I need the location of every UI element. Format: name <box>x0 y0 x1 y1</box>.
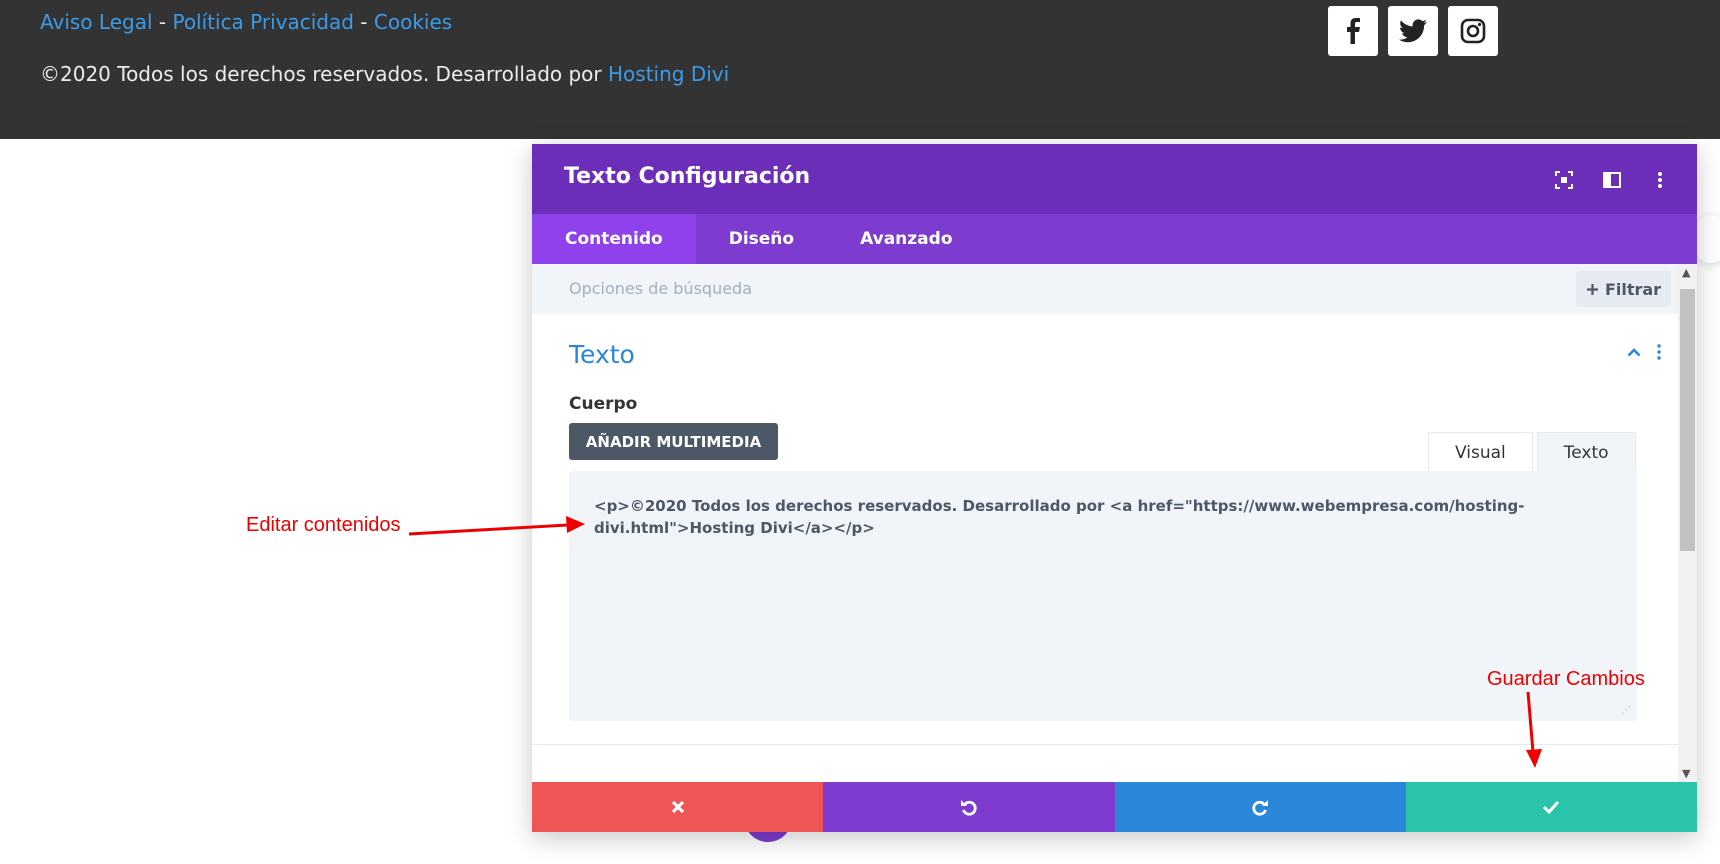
section-title[interactable]: Texto <box>569 340 635 369</box>
tab-diseno[interactable]: Diseño <box>696 214 827 264</box>
fullscreen-icon[interactable] <box>1551 167 1577 193</box>
discard-icon <box>671 800 684 814</box>
link-cookies[interactable]: Cookies <box>374 10 452 34</box>
scrollbar[interactable]: ▲ ▼ <box>1678 264 1697 782</box>
editor-tab-texto[interactable]: Texto <box>1536 432 1636 472</box>
add-media-button[interactable]: AÑADIR MULTIMEDIA <box>569 423 778 460</box>
sidebar-layout-icon[interactable] <box>1599 167 1625 193</box>
save-check-icon <box>1543 800 1560 814</box>
undo-icon <box>960 800 977 816</box>
footer-links: Aviso Legal - Política Privacidad - Cook… <box>40 10 452 34</box>
resize-grip-icon[interactable]: ⋰ <box>1621 705 1631 716</box>
scroll-up-icon[interactable]: ▲ <box>1682 266 1690 279</box>
filter-button[interactable]: Filtrar <box>1576 271 1671 307</box>
editor-tabs: Visual Texto <box>1428 432 1636 472</box>
copyright-label: ©2020 Todos los derechos reservados. Des… <box>40 62 608 86</box>
page-settings-icon[interactable] <box>1694 215 1720 263</box>
scroll-thumb[interactable] <box>1680 289 1695 551</box>
modal-header: Texto Configuración <box>532 144 1697 214</box>
editor-tab-visual[interactable]: Visual <box>1428 432 1533 472</box>
field-label-cuerpo: Cuerpo <box>569 394 638 414</box>
filter-label: Filtrar <box>1604 279 1662 299</box>
modal-footer <box>532 782 1697 832</box>
text-editor[interactable]: <p>©2020 Todos los derechos reservados. … <box>569 471 1637 721</box>
options-search-bar[interactable]: Opciones de búsqueda Filtrar <box>532 264 1697 314</box>
plus-icon <box>1586 283 1598 295</box>
instagram-icon[interactable] <box>1448 6 1498 56</box>
search-input[interactable]: Opciones de búsqueda <box>569 279 752 298</box>
tab-avanzado[interactable]: Avanzado <box>827 214 985 264</box>
annotation-edit-label: Editar contenidos <box>246 514 401 536</box>
redo-button[interactable] <box>1114 782 1406 832</box>
copyright-text: ©2020 Todos los derechos reservados. Des… <box>40 62 729 86</box>
modal-header-icons <box>1551 167 1673 193</box>
modal-tabs: Contenido Diseño Avanzado <box>532 214 1697 264</box>
twitter-icon[interactable] <box>1388 6 1438 56</box>
site-footer: Aviso Legal - Política Privacidad - Cook… <box>0 0 1720 139</box>
modal-title: Texto Configuración <box>564 164 811 189</box>
link-separator: - <box>152 10 173 34</box>
chevron-up-icon[interactable] <box>1627 347 1641 357</box>
more-options-icon[interactable] <box>1647 167 1673 193</box>
tab-contenido[interactable]: Contenido <box>532 214 696 264</box>
annotation-save-label: Guardar Cambios <box>1487 668 1645 690</box>
undo-button[interactable] <box>823 782 1115 832</box>
link-separator: - <box>353 10 374 34</box>
redo-icon <box>1252 800 1269 816</box>
text-settings-modal: Texto Configuración Contenido Diseño Ava… <box>532 144 1697 832</box>
link-politica-privacidad[interactable]: Política Privacidad <box>172 10 353 34</box>
link-aviso-legal[interactable]: Aviso Legal <box>40 10 153 34</box>
section-more-icon[interactable] <box>1657 344 1661 360</box>
discard-button[interactable] <box>532 782 824 832</box>
facebook-icon[interactable] <box>1328 6 1378 56</box>
link-hosting-divi[interactable]: Hosting Divi <box>608 62 729 86</box>
editor-content[interactable]: <p>©2020 Todos los derechos reservados. … <box>594 495 1604 539</box>
scroll-down-icon[interactable]: ▼ <box>1682 767 1690 780</box>
social-icons <box>1328 6 1498 56</box>
save-button[interactable] <box>1405 782 1697 832</box>
section-divider <box>532 744 1678 745</box>
section-icons <box>1627 344 1661 360</box>
